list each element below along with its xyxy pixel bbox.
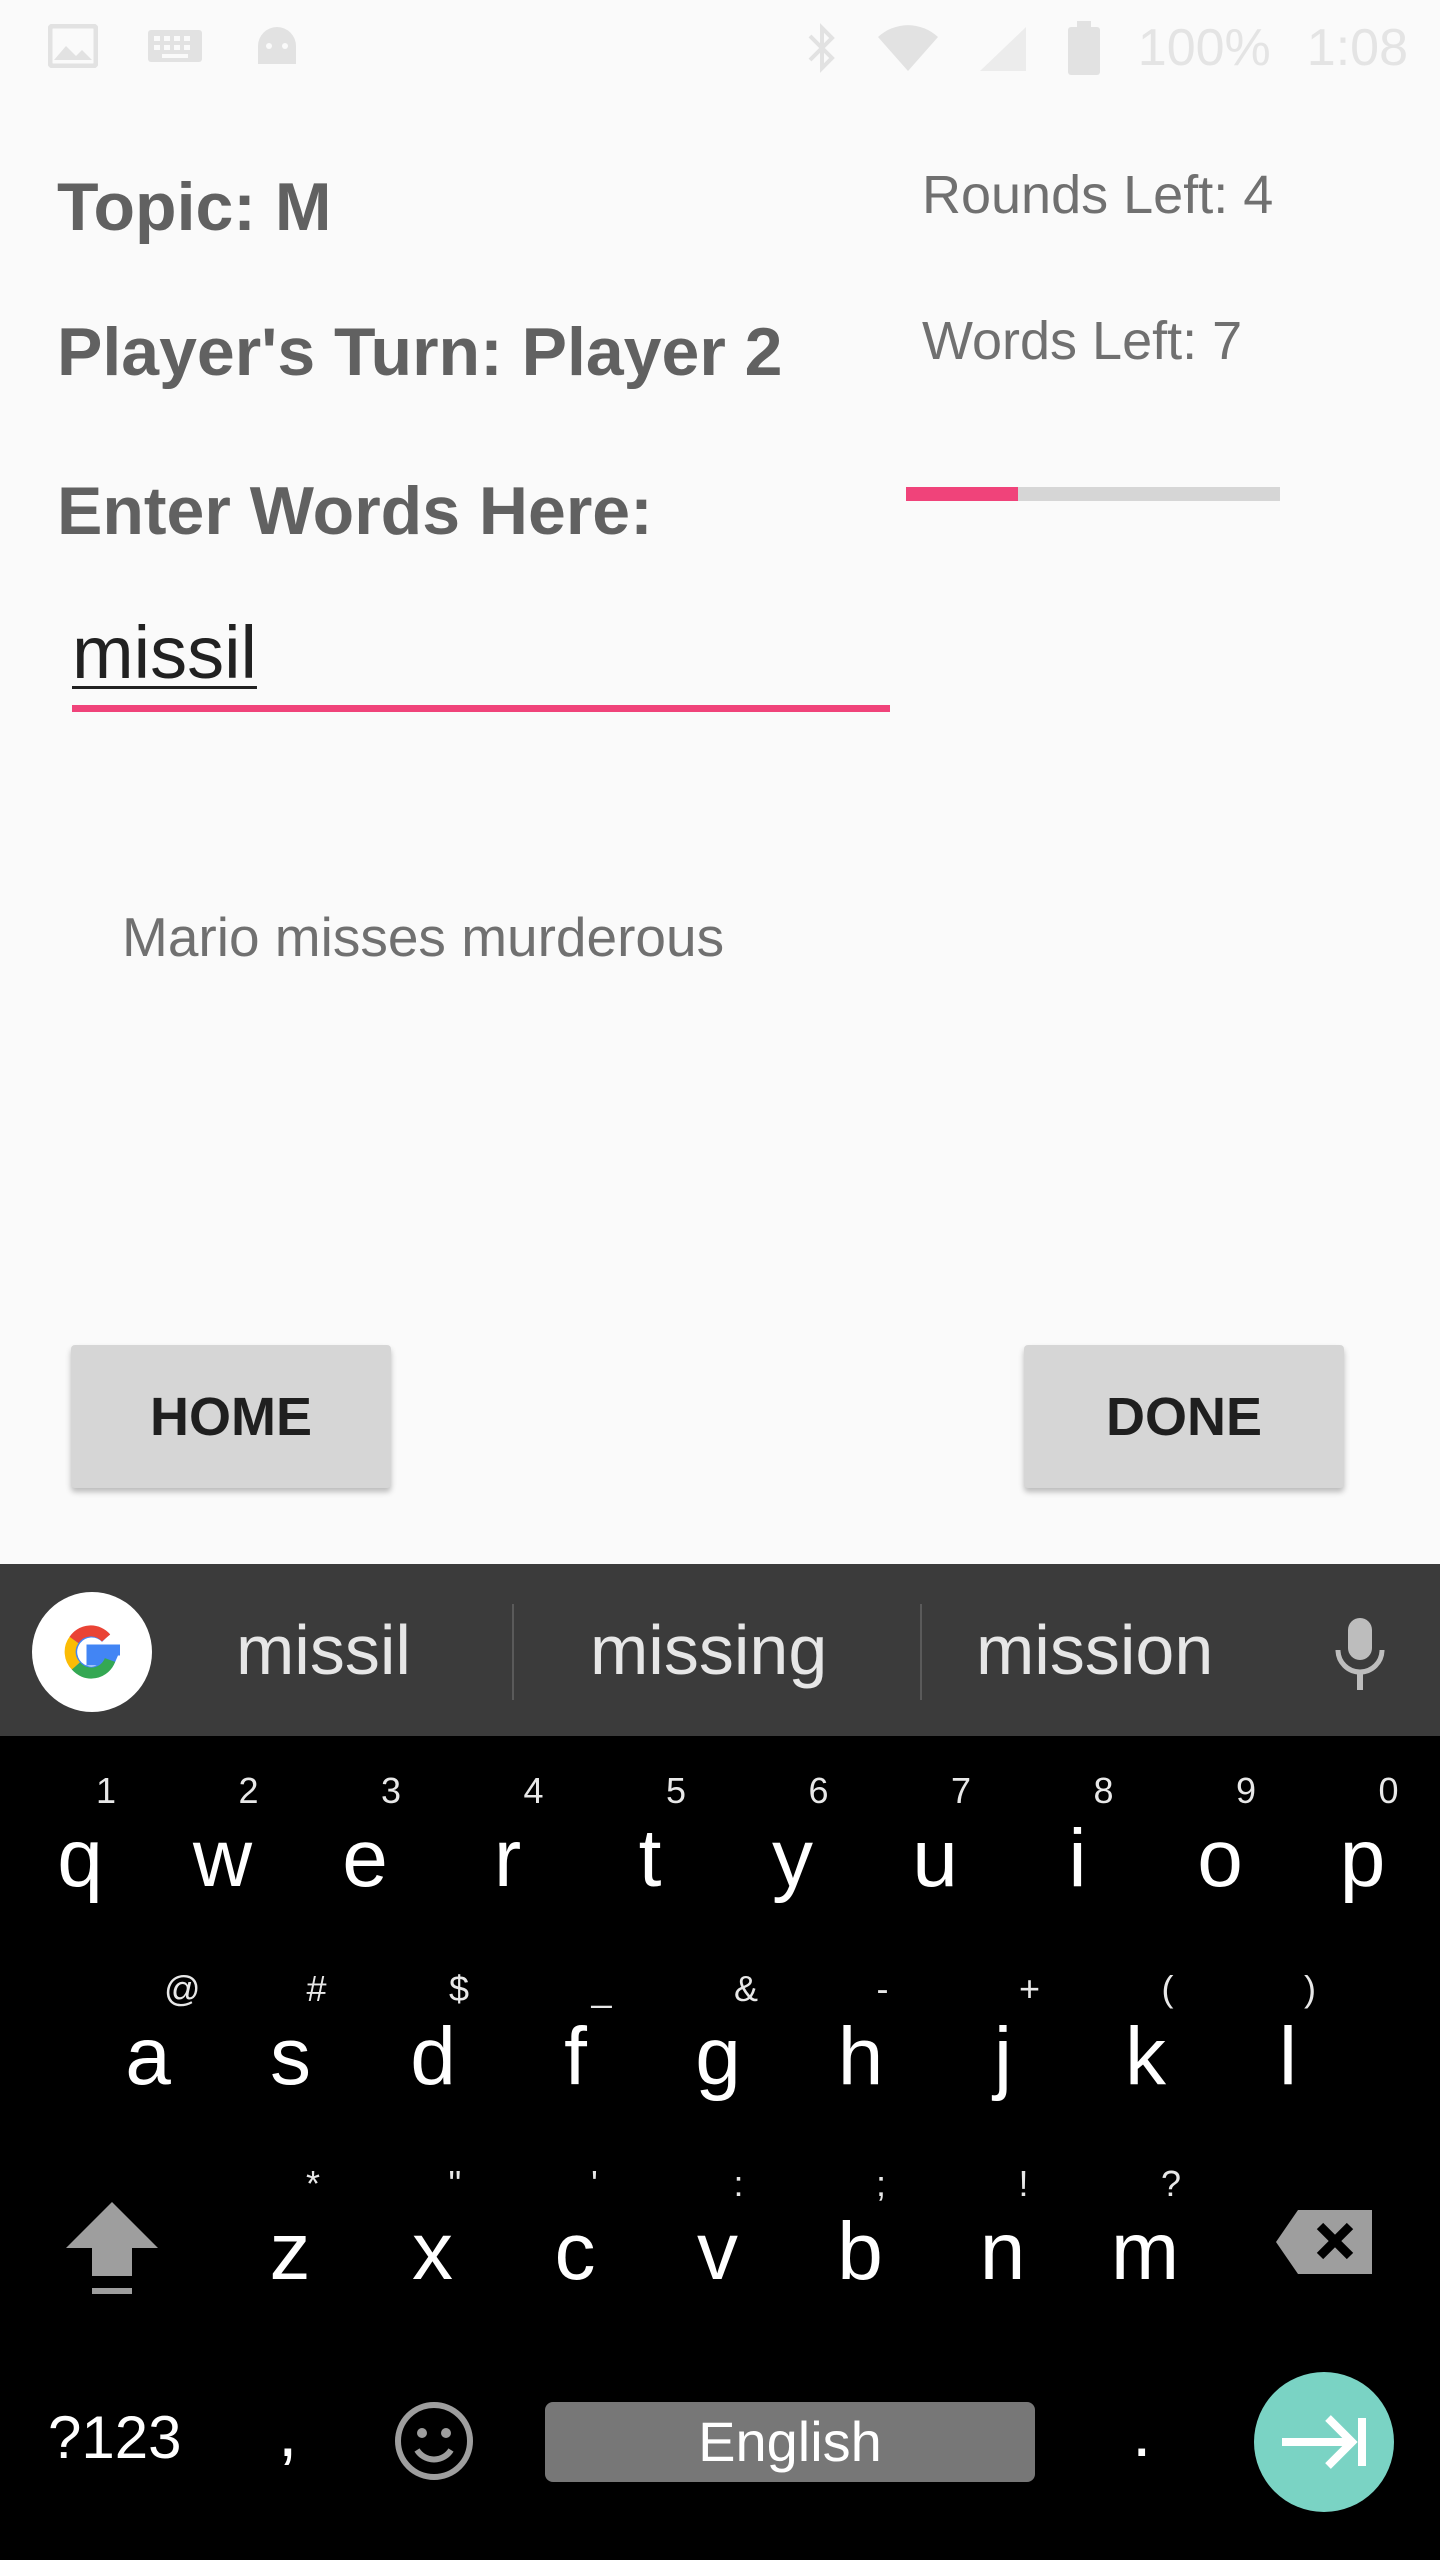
word-input-value: missil (72, 611, 257, 694)
word-input-field[interactable]: missil (72, 600, 890, 712)
battery-icon (1067, 21, 1100, 75)
key-hint: + (1019, 1968, 1041, 2009)
key-v[interactable]: v (668, 2205, 768, 2299)
key-hint: : (733, 2163, 744, 2204)
timer-progress-fill (906, 487, 1019, 501)
enter-words-label: Enter Words Here: (57, 473, 653, 549)
key-f[interactable]: f (526, 2010, 626, 2104)
key-hint: * (306, 2163, 321, 2204)
symbols-key[interactable]: ?123 (48, 2403, 181, 2472)
words-left-label: Words Left: 7 (922, 311, 1243, 371)
key-a[interactable]: a (98, 2010, 198, 2104)
key-hint: 0 (1378, 1770, 1399, 1811)
key-h[interactable]: h (811, 2010, 911, 2104)
key-hint: 2 (238, 1770, 259, 1811)
android-icon (258, 27, 296, 64)
player-turn-label: Player's Turn: Player 2 (57, 314, 783, 390)
key-l[interactable]: l (1238, 2010, 1338, 2104)
signal-icon (979, 27, 1026, 71)
key-hint: & (734, 1968, 759, 2009)
microphone-icon[interactable] (1330, 1616, 1390, 1692)
battery-percent: 100% (1137, 19, 1271, 77)
period-key[interactable]: . (1132, 2392, 1151, 2472)
rounds-left-label: Rounds Left: 4 (922, 165, 1274, 225)
key-u[interactable]: u (885, 1812, 985, 1906)
key-hint: 9 (1236, 1770, 1257, 1811)
key-q[interactable]: q (30, 1812, 130, 1906)
key-p[interactable]: p (1313, 1812, 1413, 1906)
key-hint: 8 (1093, 1770, 1114, 1811)
clock: 1:08 (1306, 19, 1408, 77)
key-d[interactable]: d (383, 2010, 483, 2104)
done-button[interactable]: DONE (1024, 1345, 1344, 1488)
suggestion-bar: missil missing mission (0, 1564, 1440, 1736)
wifi-icon (877, 25, 938, 71)
status-bar: 100% 1:08 (0, 0, 1440, 96)
suggestion-divider (920, 1604, 922, 1700)
next-key[interactable] (1254, 2372, 1394, 2512)
key-s[interactable]: s (241, 2010, 341, 2104)
emoji-key-icon[interactable] (393, 2400, 475, 2482)
key-k[interactable]: k (1096, 2010, 1196, 2104)
backspace-key-icon[interactable] (1274, 2208, 1374, 2276)
space-key[interactable]: English (545, 2402, 1035, 2482)
google-icon[interactable] (32, 1592, 152, 1712)
key-e[interactable]: e (315, 1812, 415, 1906)
key-hint: 5 (666, 1770, 687, 1811)
key-hint: ! (1018, 2163, 1029, 2204)
key-hint: 7 (951, 1770, 972, 1811)
key-hint: @ (164, 1968, 201, 2009)
key-hint: - (876, 1968, 889, 2009)
key-t[interactable]: t (600, 1812, 700, 1906)
key-w[interactable]: w (173, 1812, 273, 1906)
key-x[interactable]: x (383, 2205, 483, 2299)
key-hint: ? (1161, 2163, 1182, 2204)
key-hint: ; (876, 2163, 887, 2204)
timer-progress-bar (906, 487, 1280, 501)
key-r[interactable]: r (458, 1812, 558, 1906)
key-m[interactable]: m (1095, 2205, 1195, 2299)
key-hint: ) (1304, 1968, 1316, 2009)
key-c[interactable]: c (525, 2205, 625, 2299)
key-hint: 3 (381, 1770, 402, 1811)
keyboard-icon (148, 30, 202, 62)
suggestion-3[interactable]: mission (976, 1610, 1213, 1690)
key-j[interactable]: j (953, 2010, 1053, 2104)
input-underline (72, 705, 890, 712)
key-o[interactable]: o (1170, 1812, 1270, 1906)
key-hint: 6 (808, 1770, 829, 1811)
key-hint: _ (591, 1968, 612, 2009)
key-hint: # (306, 1968, 327, 2009)
key-hint: " (448, 2163, 462, 2204)
bluetooth-icon (808, 23, 835, 73)
topic-label: Topic: M (57, 169, 332, 245)
key-hint: $ (449, 1968, 470, 2009)
image-icon (48, 24, 98, 68)
comma-key[interactable]: , (278, 2392, 297, 2472)
suggestion-1[interactable]: missil (236, 1610, 411, 1690)
suggestion-divider (512, 1604, 514, 1700)
key-b[interactable]: b (810, 2205, 910, 2299)
entered-words-list: Mario misses murderous (122, 906, 725, 968)
shift-key-icon[interactable] (62, 2196, 162, 2300)
key-hint: 1 (96, 1770, 117, 1811)
key-g[interactable]: g (668, 2010, 768, 2104)
key-hint: ' (591, 2163, 598, 2204)
home-button[interactable]: HOME (71, 1345, 391, 1488)
key-n[interactable]: n (953, 2205, 1053, 2299)
key-hint: 4 (523, 1770, 544, 1811)
tab-next-icon (1282, 2415, 1366, 2469)
key-hint: ( (1161, 1968, 1174, 2009)
key-z[interactable]: z (240, 2205, 340, 2299)
key-y[interactable]: y (743, 1812, 843, 1906)
key-i[interactable]: i (1028, 1812, 1128, 1906)
suggestion-2[interactable]: missing (590, 1610, 827, 1690)
